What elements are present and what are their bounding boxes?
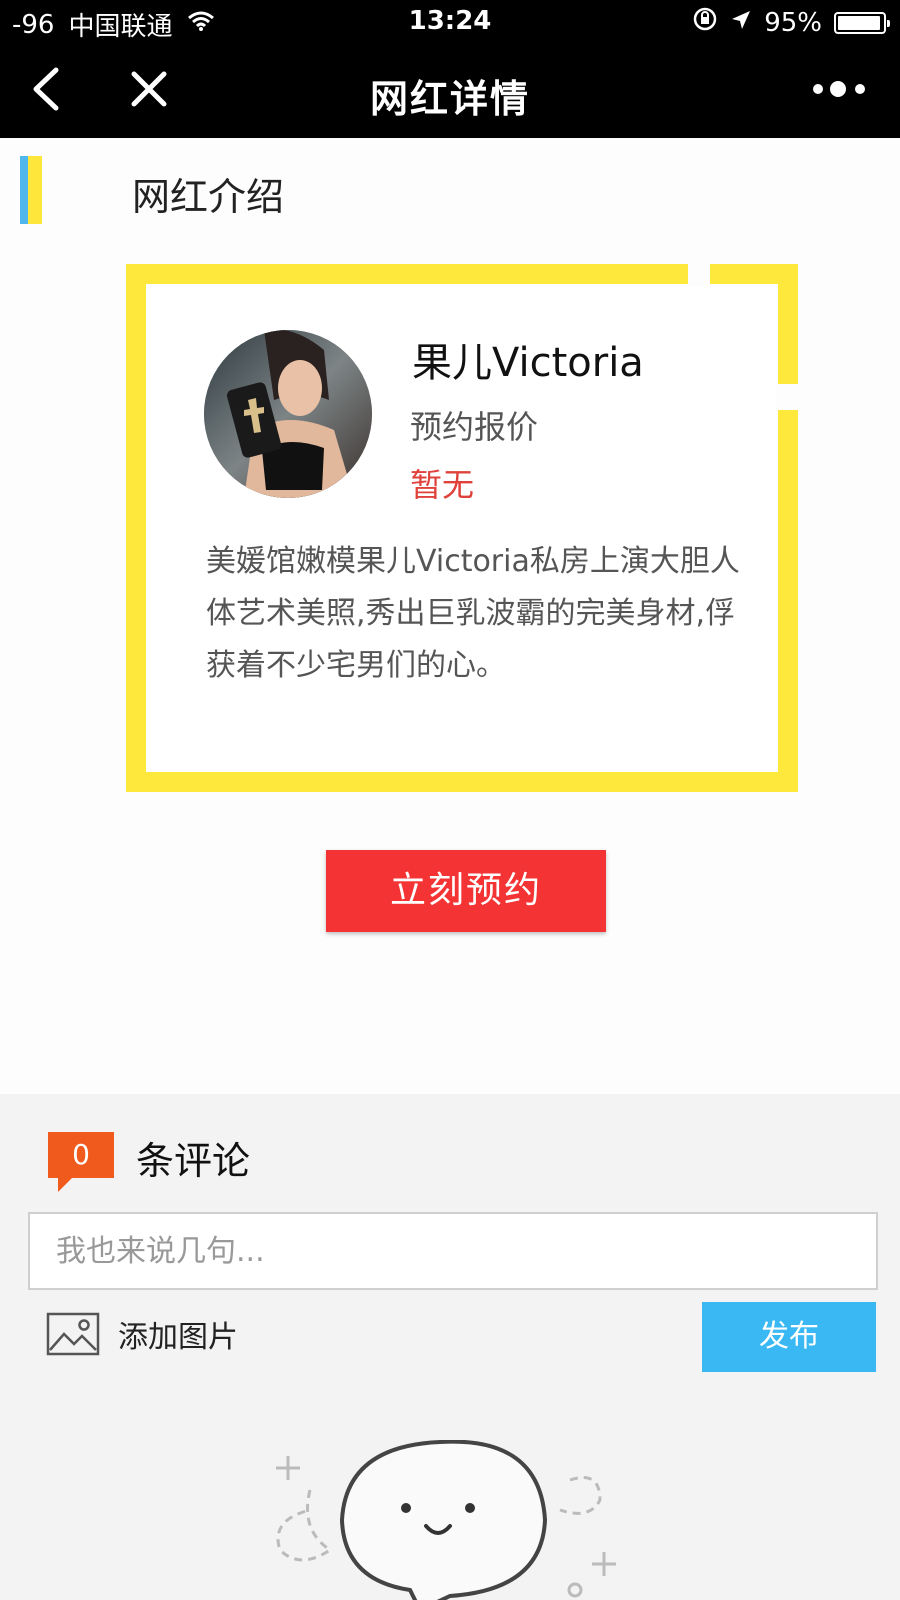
- publish-button[interactable]: 发布: [702, 1302, 876, 1372]
- status-right: 95%: [692, 6, 890, 39]
- page-title: 网红详情: [369, 77, 530, 121]
- avatar: [204, 330, 372, 498]
- battery-fill: [838, 15, 880, 30]
- nav-bar: 网红详情: [0, 44, 900, 138]
- more-dots-icon: [813, 81, 865, 97]
- location-icon: [730, 8, 752, 38]
- price-value: 暂无: [410, 466, 475, 504]
- frame-gap-top: [688, 264, 710, 286]
- status-bar: -96 中国联通 13:24 95%: [0, 0, 900, 44]
- price-label: 预约报价: [410, 408, 539, 446]
- add-image-label: 添加图片: [118, 1320, 238, 1355]
- section-accent-blue: [20, 156, 28, 224]
- section-header: 网红介绍: [20, 156, 880, 224]
- profile-bio: 美媛馆嫩模果儿Victoria私房上演大胆人体艺术美照,秀出巨乳波霸的完美身材,…: [206, 544, 740, 683]
- comment-count-label: 条评论: [136, 1139, 251, 1183]
- rotation-lock-icon: [692, 6, 718, 39]
- section-accent-yellow: [28, 156, 42, 224]
- comment-count-badge: 0: [48, 1132, 114, 1192]
- more-button[interactable]: [810, 74, 870, 104]
- speech-bubble-face-icon: [276, 1439, 616, 1600]
- empty-comments-illustration: [270, 1439, 650, 1600]
- add-image-button[interactable]: 添加图片: [46, 1312, 238, 1356]
- comment-input[interactable]: [28, 1212, 878, 1290]
- image-icon: [46, 1312, 100, 1356]
- avatar-photo: [204, 330, 372, 498]
- section-title: 网红介绍: [132, 175, 285, 219]
- book-now-button[interactable]: 立刻预约: [326, 850, 606, 932]
- battery-percent: 95%: [764, 7, 822, 38]
- profile-name: 果儿Victoria: [412, 340, 644, 386]
- battery-icon: [834, 11, 890, 34]
- frame-gap-right: [776, 384, 798, 410]
